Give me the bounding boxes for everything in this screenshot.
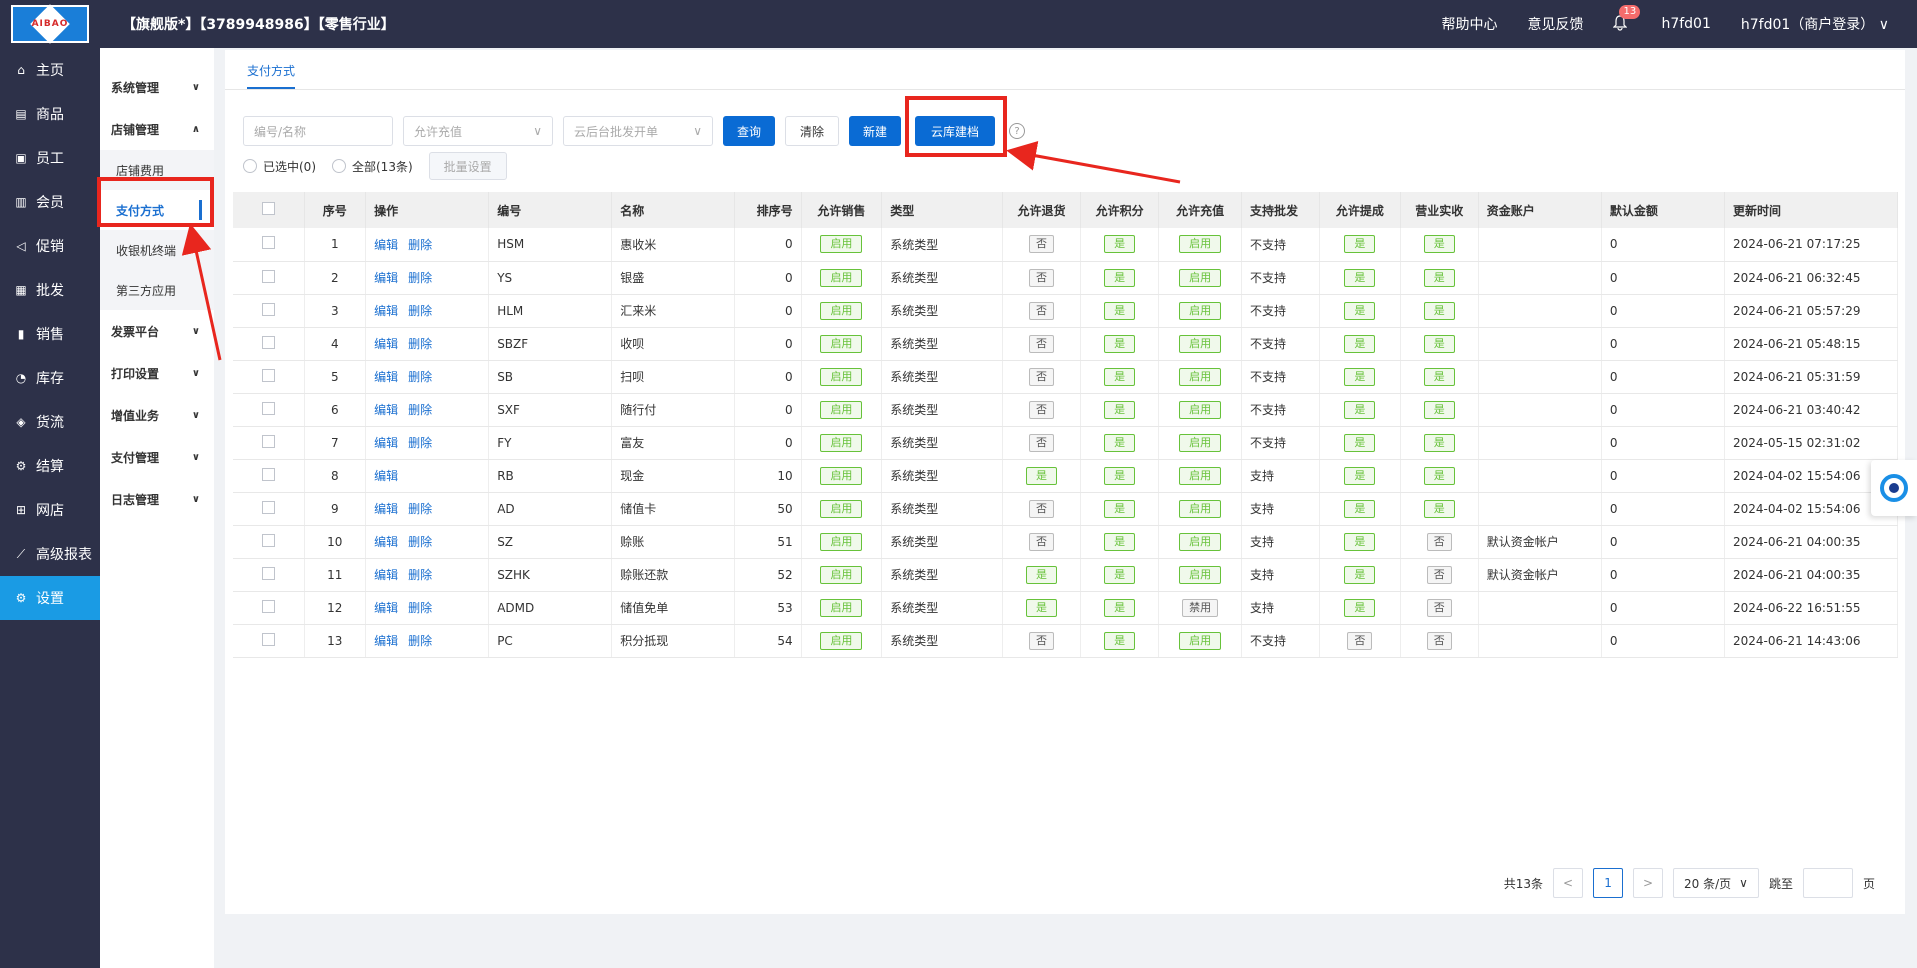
arrow-to-payment-method [181,223,222,361]
annotation-arrows [181,140,1181,361]
arrow-to-cloud-archive [1006,140,1181,184]
